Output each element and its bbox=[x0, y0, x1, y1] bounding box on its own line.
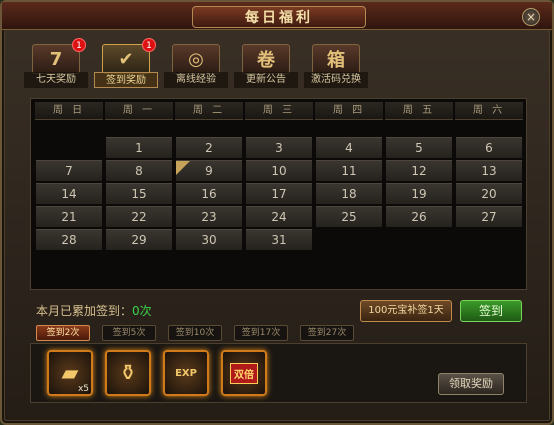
day-cell[interactable]: 13 bbox=[456, 160, 522, 181]
day-cell[interactable]: 16 bbox=[176, 183, 242, 204]
gold-bar-icon: ▰ bbox=[61, 360, 79, 386]
day-cell[interactable]: 14 bbox=[36, 183, 102, 204]
day-cell[interactable]: 29 bbox=[106, 229, 172, 250]
day-cell[interactable]: 8 bbox=[106, 160, 172, 181]
weekday-label: 周 三 bbox=[245, 102, 313, 120]
weekday-label: 周 五 bbox=[385, 102, 453, 120]
tab-label: 签到奖励 bbox=[94, 72, 158, 88]
reward-slot[interactable]: ▰ x5 bbox=[47, 350, 93, 396]
reward-quantity: x5 bbox=[77, 384, 89, 394]
sign-in-button[interactable]: 签到 bbox=[460, 300, 522, 322]
tab-0[interactable]: 7 1 七天奖励 bbox=[24, 38, 88, 88]
tab-label: 激活码兑换 bbox=[304, 72, 368, 88]
day-cell[interactable]: 25 bbox=[316, 206, 382, 227]
day-cell[interactable]: 15 bbox=[106, 183, 172, 204]
tab-2[interactable]: ◎ 离线经验 bbox=[164, 42, 228, 88]
gift-chest-icon: 箱 bbox=[312, 44, 360, 74]
day-cell[interactable]: 27 bbox=[456, 206, 522, 227]
milestone-tab[interactable]: 签到2次 bbox=[36, 325, 90, 341]
weekday-label: 周 一 bbox=[105, 102, 173, 120]
day-cell[interactable]: 30 bbox=[176, 229, 242, 250]
reward-slot[interactable]: EXP bbox=[163, 350, 209, 396]
day-cell[interactable]: 28 bbox=[36, 229, 102, 250]
day-cell[interactable]: 31 bbox=[246, 229, 312, 250]
day-cell[interactable]: 6 bbox=[456, 137, 522, 158]
notification-badge: 1 bbox=[142, 38, 156, 52]
tab-label: 更新公告 bbox=[234, 72, 298, 88]
reward-slot[interactable]: ⚱ bbox=[105, 350, 151, 396]
day-cell[interactable]: 3 bbox=[246, 137, 312, 158]
sign-in-calendar: 周 日周 一周 二周 三周 四周 五周 六 1 2 3 4 5 6 7 8 9 10 11 12 13 1… bbox=[30, 98, 527, 290]
tab-3[interactable]: 卷更新公告 bbox=[234, 42, 298, 88]
day-cell[interactable]: 24 bbox=[246, 206, 312, 227]
day-cell[interactable]: 12 bbox=[386, 160, 452, 181]
tab-4[interactable]: 箱激活码兑换 bbox=[304, 42, 368, 88]
milestone-tab[interactable]: 签到5次 bbox=[102, 325, 156, 341]
weekday-header: 周 日周 一周 二周 三周 四周 五周 六 bbox=[35, 102, 524, 120]
weekday-label: 周 二 bbox=[175, 102, 243, 120]
day-cell[interactable]: 22 bbox=[106, 206, 172, 227]
milestone-tab[interactable]: 签到17次 bbox=[234, 325, 288, 341]
reward-slot[interactable]: 双倍 bbox=[221, 350, 267, 396]
cumulative-label: 本月已累加签到： bbox=[36, 304, 133, 318]
daily-welfare-window: 每日福利 × 7 1 七天奖励 ✔ 1 签到奖励 ◎ 离线经验卷更新公告箱激活码兑换 周 日周… bbox=[0, 0, 554, 425]
day-cell[interactable]: 17 bbox=[246, 183, 312, 204]
day-cell[interactable]: 1 bbox=[106, 137, 172, 158]
weekday-label: 周 日 bbox=[35, 102, 103, 120]
weekday-label: 周 四 bbox=[315, 102, 383, 120]
day-cell[interactable]: 2 bbox=[176, 137, 242, 158]
day-cell[interactable]: 9 bbox=[176, 160, 242, 181]
day-cell[interactable]: 7 bbox=[36, 160, 102, 181]
window-title: 每日福利 bbox=[192, 6, 366, 28]
day-cell[interactable]: 10 bbox=[246, 160, 312, 181]
potion-bottle-icon: ⚱ bbox=[118, 360, 138, 386]
offline-exp-icon: ◎ bbox=[172, 44, 220, 74]
day-cell[interactable]: 23 bbox=[176, 206, 242, 227]
notification-badge: 1 bbox=[72, 38, 86, 52]
double-exp-icon: 双倍 bbox=[230, 362, 258, 384]
close-icon[interactable]: × bbox=[522, 8, 540, 26]
tab-label: 七天奖励 bbox=[24, 72, 88, 88]
day-cell[interactable]: 19 bbox=[386, 183, 452, 204]
tab-1[interactable]: ✔ 1 签到奖励 bbox=[94, 38, 158, 88]
cumulative-count: 0次 bbox=[132, 304, 152, 318]
day-cell[interactable]: 20 bbox=[456, 183, 522, 204]
exp-orb-icon: EXP bbox=[175, 367, 197, 379]
day-cell[interactable]: 4 bbox=[316, 137, 382, 158]
milestone-tab[interactable]: 签到10次 bbox=[168, 325, 222, 341]
milestone-tab[interactable]: 签到27次 bbox=[300, 325, 354, 341]
day-cell[interactable]: 11 bbox=[316, 160, 382, 181]
day-cell[interactable]: 5 bbox=[386, 137, 452, 158]
cumulative-sign-in: 本月已累加签到：0次 bbox=[36, 302, 152, 319]
day-cell[interactable]: 26 bbox=[386, 206, 452, 227]
day-cell[interactable]: 18 bbox=[316, 183, 382, 204]
day-cell[interactable]: 21 bbox=[36, 206, 102, 227]
weekday-label: 周 六 bbox=[455, 102, 523, 120]
title-bar: 每日福利 × bbox=[2, 2, 552, 30]
tab-label: 离线经验 bbox=[164, 72, 228, 88]
claim-reward-button[interactable]: 领取奖励 bbox=[438, 373, 504, 395]
makeup-sign-button[interactable]: 100元宝补签1天 bbox=[360, 300, 452, 322]
notice-scroll-icon: 卷 bbox=[242, 44, 290, 74]
